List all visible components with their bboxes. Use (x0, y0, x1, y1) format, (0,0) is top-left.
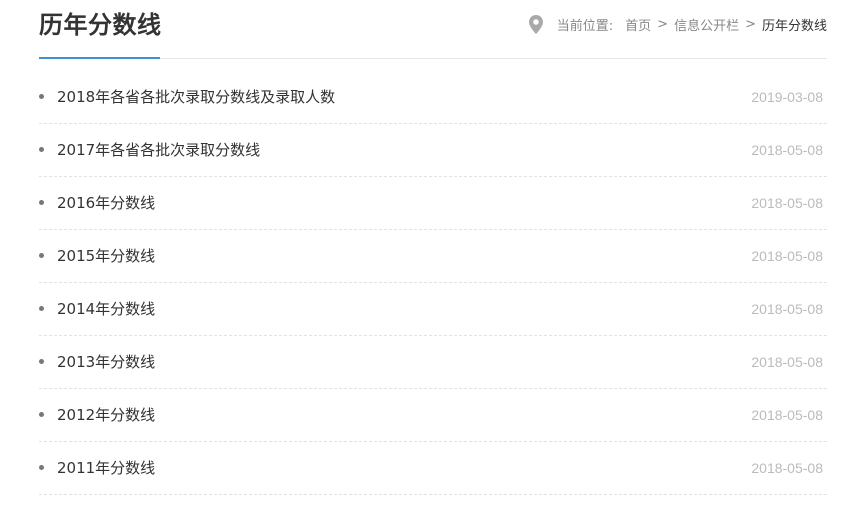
list-item-title[interactable]: 2017年各省各批次录取分数线 (57, 139, 260, 161)
page-header: 历年分数线 当前位置: 首页 > 信息公开栏 > 历年分数线 (39, 0, 827, 59)
page-title: 历年分数线 (39, 11, 162, 39)
bullet-dot-icon (39, 200, 44, 205)
list-item-date: 2019-03-08 (751, 89, 823, 105)
list-item[interactable]: 2016年分数线 2018-05-08 (39, 177, 827, 230)
list-item[interactable]: 2017年各省各批次录取分数线 2018-05-08 (39, 124, 827, 177)
list-item-date: 2018-05-08 (751, 248, 823, 264)
list-item-title[interactable]: 2015年分数线 (57, 245, 155, 267)
breadcrumb-link-info[interactable]: 信息公开栏 (674, 15, 739, 34)
breadcrumb-separator: > (745, 16, 756, 32)
breadcrumb-link-home[interactable]: 首页 (625, 15, 651, 34)
location-pin-icon (528, 14, 543, 34)
list-item[interactable]: 2012年分数线 2018-05-08 (39, 389, 827, 442)
list-item-date: 2018-05-08 (751, 460, 823, 476)
breadcrumb: 当前位置: 首页 > 信息公开栏 > 历年分数线 (528, 14, 827, 34)
breadcrumb-current: 历年分数线 (761, 18, 827, 34)
news-list: 2018年各省各批次录取分数线及录取人数 2019-03-08 2017年各省各… (39, 71, 827, 495)
bullet-dot-icon (39, 147, 44, 152)
list-item-date: 2018-05-08 (751, 142, 823, 158)
list-item-date: 2018-05-08 (751, 195, 823, 211)
bullet-dot-icon (39, 412, 44, 417)
bullet-dot-icon (39, 359, 44, 364)
list-item-title[interactable]: 2013年分数线 (57, 351, 155, 373)
list-item[interactable]: 2013年分数线 2018-05-08 (39, 336, 827, 389)
bullet-dot-icon (39, 465, 44, 470)
list-item-title[interactable]: 2014年分数线 (57, 298, 155, 320)
list-item[interactable]: 2011年分数线 2018-05-08 (39, 442, 827, 495)
title-underline (39, 57, 160, 59)
list-item[interactable]: 2015年分数线 2018-05-08 (39, 230, 827, 283)
list-item-date: 2018-05-08 (751, 301, 823, 317)
bullet-dot-icon (39, 306, 44, 311)
list-item-title[interactable]: 2016年分数线 (57, 192, 155, 214)
bullet-dot-icon (39, 253, 44, 258)
bullet-dot-icon (39, 94, 44, 99)
page: 历年分数线 当前位置: 首页 > 信息公开栏 > 历年分数线 2018年各省各批… (0, 0, 857, 512)
list-item-title[interactable]: 2012年分数线 (57, 404, 155, 426)
list-item-date: 2018-05-08 (751, 407, 823, 423)
list-item-title[interactable]: 2018年各省各批次录取分数线及录取人数 (57, 86, 335, 108)
breadcrumb-label: 当前位置: (556, 18, 614, 34)
list-item-title[interactable]: 2011年分数线 (57, 457, 155, 479)
list-item[interactable]: 2014年分数线 2018-05-08 (39, 283, 827, 336)
list-item-date: 2018-05-08 (751, 354, 823, 370)
breadcrumb-separator: > (657, 16, 669, 32)
list-item[interactable]: 2018年各省各批次录取分数线及录取人数 2019-03-08 (39, 71, 827, 124)
